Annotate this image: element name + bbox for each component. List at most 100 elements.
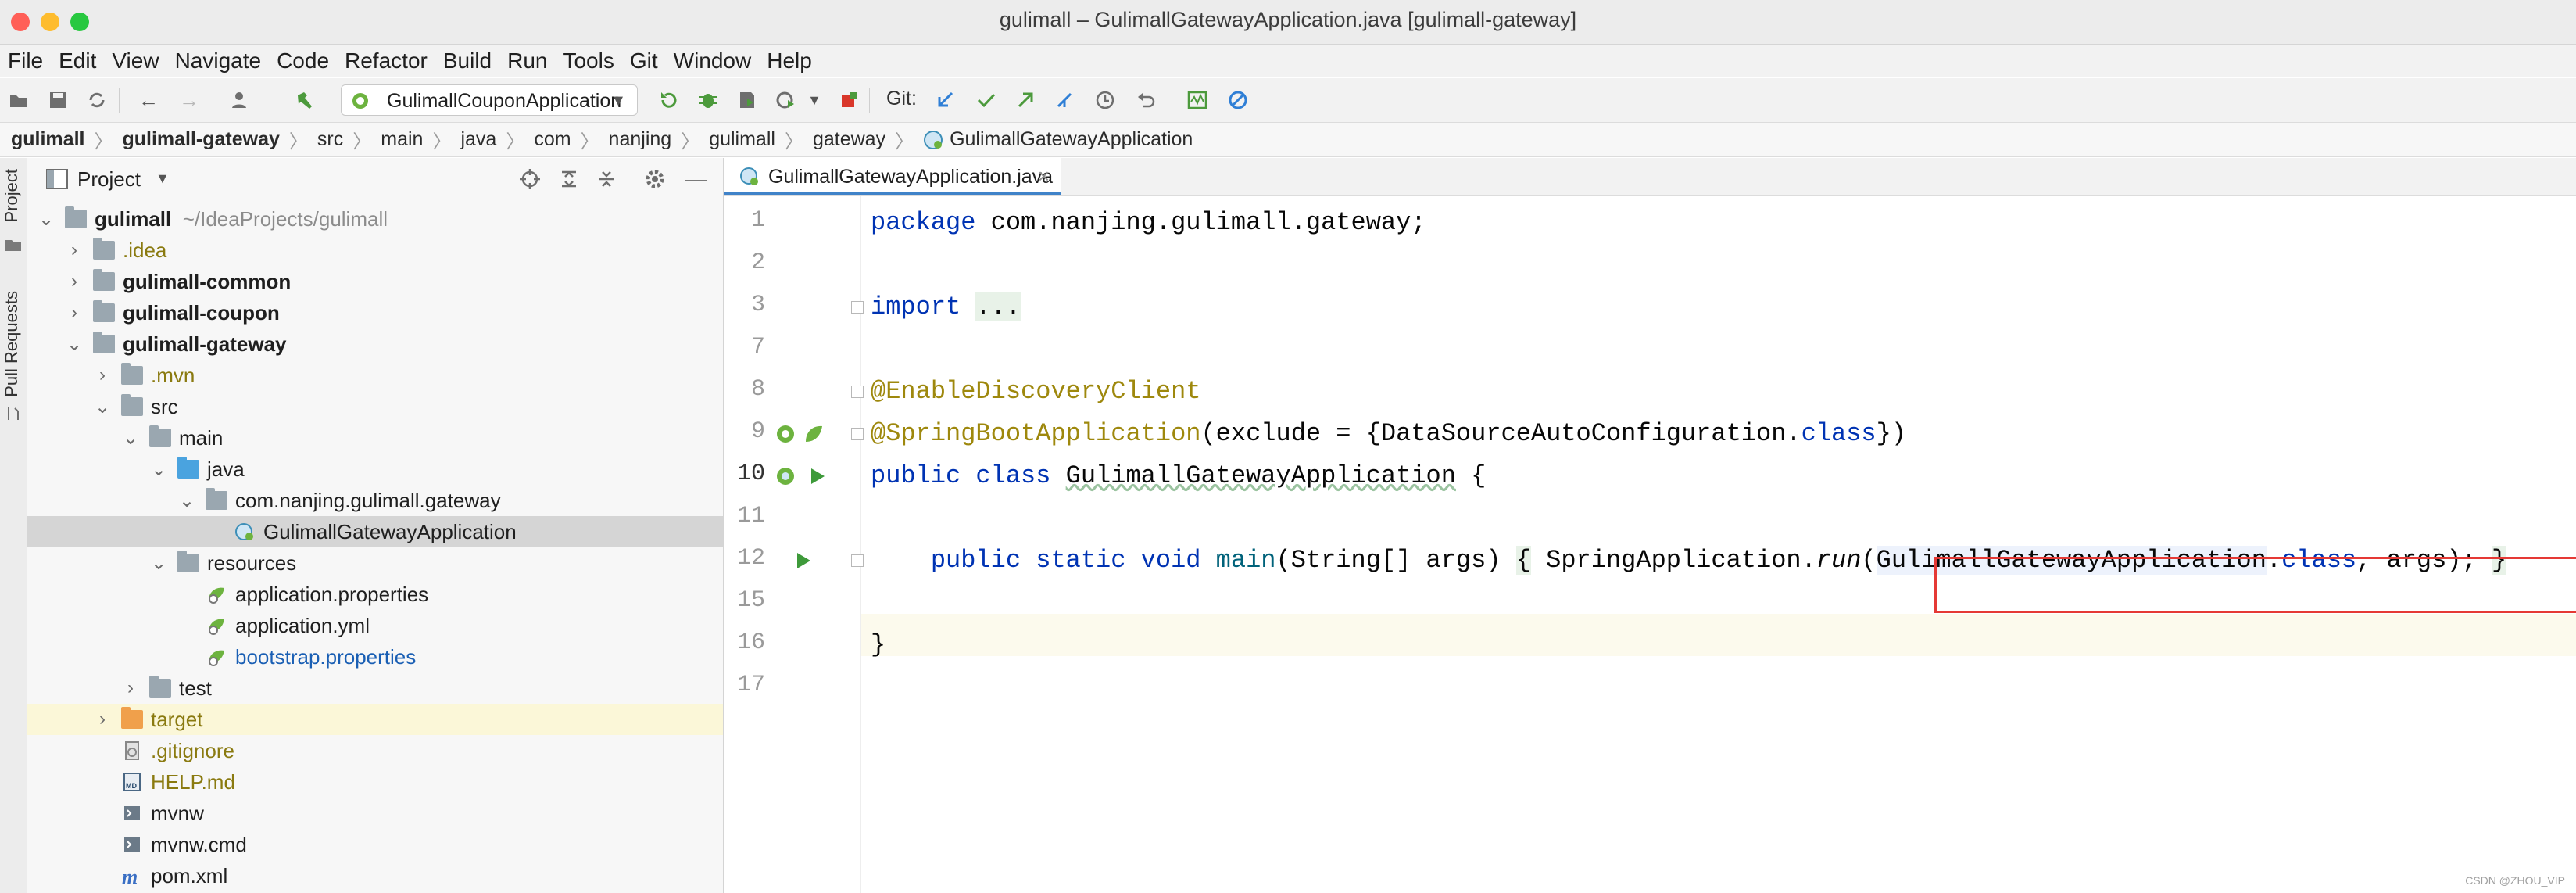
collapsed-arrow-icon[interactable]: › xyxy=(65,302,84,324)
tree-item-help-md[interactable]: MD HELP.md xyxy=(27,766,723,798)
spring-config-gutter-icon[interactable] xyxy=(803,423,825,445)
menu-edit[interactable]: Edit xyxy=(51,48,104,74)
menu-view[interactable]: View xyxy=(104,48,166,74)
code-line-16[interactable]: } xyxy=(871,624,886,666)
close-icon[interactable]: × xyxy=(1038,164,1050,188)
breadcrumb-class[interactable]: GulimallGatewayApplication xyxy=(950,128,1193,151)
tree-item-application-properties[interactable]: application.properties xyxy=(27,579,723,610)
git-push-icon[interactable] xyxy=(1014,89,1036,111)
forward-icon[interactable]: → xyxy=(178,89,200,111)
back-icon[interactable]: ← xyxy=(138,89,159,111)
spring-bean-gutter-icon[interactable] xyxy=(775,423,796,445)
menu-git[interactable]: Git xyxy=(622,48,666,74)
tree-item-target[interactable]: › target xyxy=(27,704,723,735)
run-main-icon[interactable] xyxy=(792,550,814,572)
tree-item-bootstrap-properties[interactable]: bootstrap.properties xyxy=(27,641,723,672)
collapsed-arrow-icon[interactable]: › xyxy=(93,364,112,386)
code-line-3[interactable]: import ... xyxy=(871,286,1021,328)
expanded-arrow-icon[interactable]: ⌄ xyxy=(93,396,112,418)
menu-help[interactable]: Help xyxy=(759,48,820,74)
collapsed-arrow-icon[interactable]: › xyxy=(93,708,112,730)
tree-item-gulimall[interactable]: ⌄ gulimall ~/IdeaProjects/gulimall xyxy=(27,203,723,235)
expand-all-icon[interactable] xyxy=(557,167,581,191)
expanded-arrow-icon[interactable]: ⌄ xyxy=(65,333,84,356)
expanded-arrow-icon[interactable]: ⌄ xyxy=(37,208,55,231)
rerun-icon[interactable] xyxy=(658,89,680,111)
more-run-chevron-icon[interactable]: ▼ xyxy=(803,89,825,111)
breadcrumb-gulimall[interactable]: gulimall xyxy=(11,128,84,151)
tree-item-idea[interactable]: › .idea xyxy=(27,235,723,266)
expanded-arrow-icon[interactable]: ⌄ xyxy=(121,427,140,450)
breadcrumb-com[interactable]: com xyxy=(534,128,571,151)
breadcrumb-gulimall-gateway[interactable]: gulimall-gateway xyxy=(122,128,279,151)
menu-run[interactable]: Run xyxy=(499,48,555,74)
collapsed-arrow-icon[interactable]: › xyxy=(121,677,140,699)
history-clock-icon[interactable] xyxy=(1094,89,1116,111)
fold-marker-icon[interactable] xyxy=(851,386,864,398)
menu-tools[interactable]: Tools xyxy=(555,48,621,74)
menu-navigate[interactable]: Navigate xyxy=(167,48,270,74)
tree-item-mvn[interactable]: › .mvn xyxy=(27,360,723,391)
menu-build[interactable]: Build xyxy=(435,48,499,74)
project-tool-tab[interactable]: Project xyxy=(2,169,22,222)
git-update-icon[interactable] xyxy=(935,89,957,111)
gear-icon[interactable] xyxy=(643,167,667,191)
code-line-1[interactable]: package com.nanjing.gulimall.gateway; xyxy=(871,202,1426,244)
breadcrumb-java[interactable]: java xyxy=(460,128,496,151)
sync-icon[interactable] xyxy=(86,89,108,111)
menu-window[interactable]: Window xyxy=(666,48,760,74)
rollback-icon[interactable] xyxy=(1135,89,1157,111)
tree-item-mvnw-cmd[interactable]: mvnw.cmd xyxy=(27,829,723,860)
breadcrumb-nanjing[interactable]: nanjing xyxy=(609,128,672,151)
tree-item-test[interactable]: › test xyxy=(27,672,723,704)
project-panel-title[interactable]: Project xyxy=(77,167,141,192)
collapsed-arrow-icon[interactable]: › xyxy=(65,239,84,261)
breadcrumb-gulimall-pkg[interactable]: gulimall xyxy=(709,128,775,151)
tree-item-src[interactable]: ⌄ src xyxy=(27,391,723,422)
code-line-8[interactable]: @EnableDiscoveryClient xyxy=(871,371,1200,413)
tree-item-mvnw[interactable]: mvnw xyxy=(27,798,723,829)
menu-refactor[interactable]: Refactor xyxy=(337,48,435,74)
folded-imports[interactable]: ... xyxy=(975,292,1021,321)
code-line-10[interactable]: public class GulimallGatewayApplication … xyxy=(871,455,1486,497)
tree-item-pom-xml[interactable]: m pom.xml xyxy=(27,860,723,891)
collapse-all-icon[interactable] xyxy=(595,167,618,191)
tree-item-gulimall-coupon[interactable]: › gulimall-coupon xyxy=(27,297,723,328)
expanded-arrow-icon[interactable]: ⌄ xyxy=(149,552,168,575)
fold-marker-icon[interactable] xyxy=(851,428,864,440)
collapsed-arrow-icon[interactable]: › xyxy=(65,271,84,292)
expanded-arrow-icon[interactable]: ⌄ xyxy=(149,458,168,481)
tree-item-gulimall-gateway[interactable]: ⌄ gulimall-gateway xyxy=(27,328,723,360)
user-icon[interactable] xyxy=(230,89,252,111)
build-hammer-icon[interactable] xyxy=(294,89,316,111)
hide-panel-icon[interactable]: — xyxy=(684,167,707,191)
open-folder-icon[interactable] xyxy=(8,89,30,111)
coverage-icon[interactable] xyxy=(736,89,758,111)
code-line-9[interactable]: @SpringBootApplication(exclude = {DataSo… xyxy=(871,413,1906,455)
tree-item-resources[interactable]: ⌄ resources xyxy=(27,547,723,579)
expanded-arrow-icon[interactable]: ⌄ xyxy=(177,490,196,512)
git-commit-check-icon[interactable] xyxy=(975,89,997,111)
editor-tab-gateway-application[interactable]: GulimallGatewayApplication.java × xyxy=(724,158,1061,195)
tree-item-main[interactable]: ⌄ main xyxy=(27,422,723,454)
no-entry-icon[interactable] xyxy=(1227,89,1249,111)
breadcrumb-src[interactable]: src xyxy=(317,128,343,151)
menu-file[interactable]: File xyxy=(0,48,51,74)
tree-item-package[interactable]: ⌄ com.nanjing.gulimall.gateway xyxy=(27,485,723,516)
spring-boot-gutter-icon[interactable] xyxy=(775,465,796,487)
breadcrumb-main[interactable]: main xyxy=(381,128,423,151)
breadcrumb-gateway[interactable]: gateway xyxy=(813,128,886,151)
stop-icon[interactable] xyxy=(838,89,860,111)
debug-icon[interactable] xyxy=(697,89,719,111)
fold-marker-icon[interactable] xyxy=(851,554,864,567)
profile-icon[interactable] xyxy=(775,89,797,111)
chevron-down-icon[interactable]: ▼ xyxy=(156,170,170,187)
fold-marker-icon[interactable] xyxy=(851,301,864,314)
locate-target-icon[interactable] xyxy=(518,167,542,191)
tree-item-gateway-class[interactable]: GulimallGatewayApplication xyxy=(27,516,723,547)
run-class-icon[interactable] xyxy=(806,465,828,487)
tree-item-application-yml[interactable]: application.yml xyxy=(27,610,723,641)
tree-item-gitignore[interactable]: .gitignore xyxy=(27,735,723,766)
activity-monitor-icon[interactable] xyxy=(1186,89,1208,111)
git-merge-icon[interactable] xyxy=(1054,89,1075,111)
